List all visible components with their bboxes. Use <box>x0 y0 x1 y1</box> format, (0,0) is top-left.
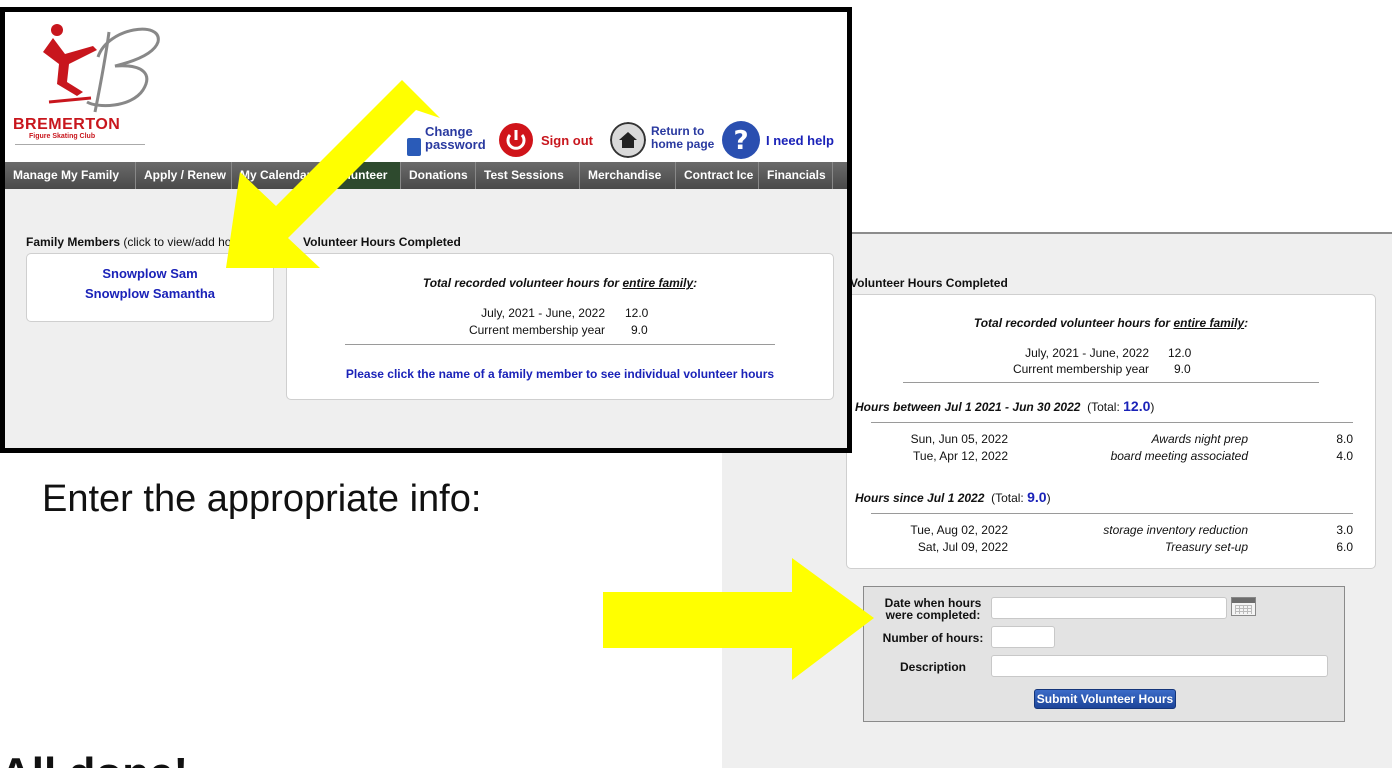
power-icon[interactable] <box>498 122 534 158</box>
description-input[interactable] <box>991 655 1328 677</box>
nav-contract-ice[interactable]: Contract Ice <box>676 162 759 189</box>
nav-volunteer[interactable]: Volunteer <box>325 162 401 189</box>
family-member-link[interactable]: Snowplow Samantha <box>27 286 273 301</box>
total-hours-heading: Total recorded volunteer hours for entir… <box>422 276 698 290</box>
submit-volunteer-hours-button[interactable]: Submit Volunteer Hours <box>1034 689 1176 709</box>
table-row: Sun, Jun 05, 2022 Awards night prep 8.0 <box>910 432 1353 446</box>
nav-financials[interactable]: Financials <box>759 162 833 189</box>
detail-title: Volunteer Hours Completed <box>850 276 1008 290</box>
family-member-link[interactable]: Snowplow Sam <box>27 266 273 281</box>
logo-tagline: Figure Skating Club <box>29 133 96 140</box>
sign-out-link[interactable]: Sign out <box>541 134 593 147</box>
table-row: Sat, Jul 09, 2022 Treasury set-up 6.0 <box>917 540 1353 554</box>
date-label: Date when hours were completed: <box>884 596 982 622</box>
divider <box>871 422 1353 423</box>
divider <box>903 382 1319 383</box>
family-members-card: Snowplow Sam Snowplow Samantha <box>26 253 274 322</box>
hours-input[interactable] <box>991 626 1055 648</box>
table-row: Tue, Aug 02, 2022 storage inventory reduc… <box>910 523 1353 537</box>
nav-my-calendar[interactable]: My Calendar <box>232 162 325 189</box>
family-overview-screenshot: BREMERTON Figure Skating Club Change pas… <box>0 7 852 453</box>
year-hours: 9.0 <box>1174 362 1191 376</box>
home-icon[interactable] <box>610 122 646 158</box>
return-home-link[interactable]: Return to home page <box>651 125 721 151</box>
click-hint: Please click the name of a family member… <box>345 367 775 381</box>
year-hours: 12.0 <box>625 306 649 320</box>
nav-merchandise[interactable]: Merchandise <box>580 162 676 189</box>
divider <box>871 513 1353 514</box>
date-input[interactable] <box>991 597 1227 619</box>
add-hours-form: Date when hours were completed: Number o… <box>863 586 1345 722</box>
nav-apply-renew[interactable]: Apply / Renew <box>136 162 232 189</box>
change-password-link[interactable]: Change password <box>425 125 495 151</box>
table-row: Tue, Apr 12, 2022 board meeting associate… <box>913 449 1353 463</box>
key-icon[interactable] <box>407 138 421 156</box>
done-caption: All done! <box>0 752 188 768</box>
nav-manage-my-family[interactable]: Manage My Family <box>5 162 136 189</box>
volunteer-hours-title: Volunteer Hours Completed <box>303 235 461 249</box>
main-nav: Manage My Family Apply / Renew My Calend… <box>5 162 847 189</box>
year-hours: 9.0 <box>631 323 648 337</box>
help-link[interactable]: I need help <box>766 134 834 147</box>
section-heading: Hours since Jul 1 2022 (Total: 9.0) <box>855 489 1051 505</box>
hours-label: Number of hours: <box>882 631 984 645</box>
help-icon[interactable]: ? <box>721 120 761 160</box>
family-members-title: Family Members (click to view/add hours) <box>26 235 253 249</box>
logo-name: BREMERTON <box>13 116 121 133</box>
divider <box>15 144 145 145</box>
divider <box>345 344 775 345</box>
total-hours-heading: Total recorded volunteer hours for entir… <box>973 316 1249 330</box>
description-label: Description <box>899 660 966 674</box>
detail-hours-card: Total recorded volunteer hours for entir… <box>846 294 1376 569</box>
year-hours: 12.0 <box>1168 346 1192 360</box>
section-heading: Hours between Jul 1 2021 - Jun 30 2022 (… <box>855 398 1155 414</box>
instruction-caption: Enter the appropriate info: <box>42 478 482 520</box>
calendar-icon[interactable] <box>1231 597 1256 616</box>
volunteer-hours-card: Total recorded volunteer hours for entir… <box>286 253 834 400</box>
nav-donations[interactable]: Donations <box>401 162 476 189</box>
svg-text:?: ? <box>733 126 748 156</box>
nav-test-sessions[interactable]: Test Sessions <box>476 162 580 189</box>
